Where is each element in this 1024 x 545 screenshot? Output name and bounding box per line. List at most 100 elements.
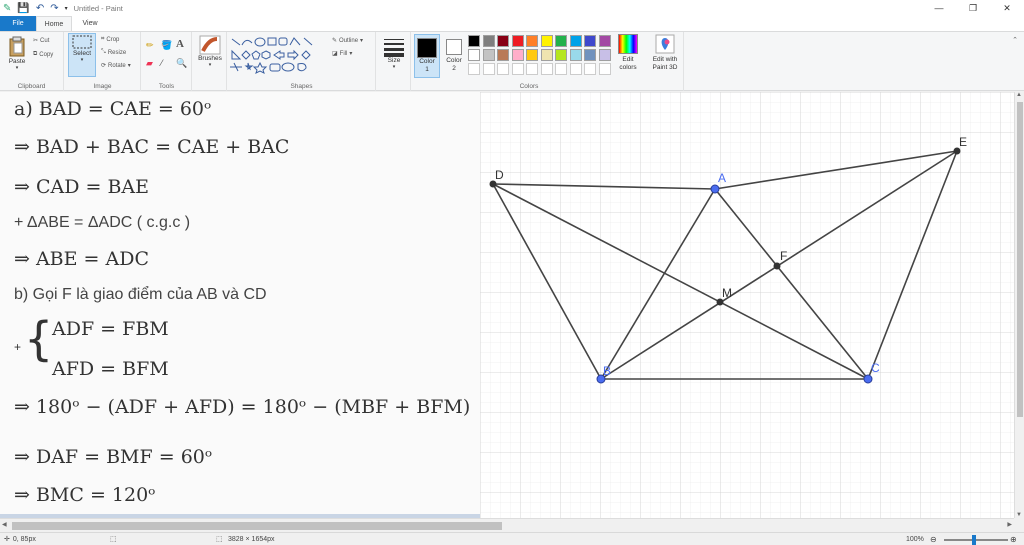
color-swatch[interactable] [468,49,480,61]
color2-button[interactable]: Color 2 [442,34,466,78]
pencil-icon[interactable]: ✏ [146,40,154,51]
zoom-slider-thumb[interactable] [972,535,976,545]
color1-button[interactable]: Color 1 [414,34,440,78]
custom-color-slot[interactable] [598,63,611,75]
color-swatch[interactable] [482,49,495,61]
horizontal-scroll-thumb[interactable] [12,522,502,530]
brush-icon [199,35,221,55]
select-button[interactable]: Select ▾ [68,33,96,77]
brushes-label: Brushes [198,55,222,62]
undo-icon[interactable]: ↶ [36,3,44,14]
color-swatch[interactable] [468,35,480,47]
edit-paint3d-button[interactable]: Edit with Paint 3D [648,34,682,72]
color-swatch[interactable] [511,49,524,61]
shapes-gallery[interactable] [230,35,328,75]
color-swatch[interactable] [555,35,567,47]
fill-dropdown[interactable]: ◪ Fill ▾ [332,50,352,58]
maximize-button[interactable]: ❐ [956,0,990,16]
custom-color-slot[interactable] [511,63,524,75]
color-palette [468,35,618,81]
tab-file[interactable]: File [0,16,36,31]
ribbon-collapse-icon[interactable]: ⌃ [1012,36,1018,44]
brushes-button[interactable]: Brushes ▾ [196,35,224,68]
custom-color-slot[interactable] [497,63,509,75]
outline-label: Outline [339,37,359,44]
outline-dropdown[interactable]: ✎ Outline ▾ [332,37,363,45]
cursor-position: 0, 85px [12,535,36,543]
color-swatch[interactable] [511,35,524,47]
clipboard-group: Paste ▾ ✂ Cut ⧉ Copy Clipboard [0,32,64,91]
edit-colors-button[interactable]: Edit colors [614,34,642,72]
custom-color-slot[interactable] [526,63,538,75]
scroll-up-arrow[interactable]: ▲ [1016,92,1022,98]
color-swatch[interactable] [555,49,567,61]
resize-icon: ⤡ [101,49,106,55]
magnifier-icon[interactable]: 🔍 [176,58,187,69]
paste-button[interactable]: Paste ▾ [4,36,30,71]
cut-button[interactable]: ✂ Cut [33,37,49,45]
scissors-icon: ✂ [33,38,39,44]
paint3d-group: Edit with Paint 3D [646,32,684,91]
redo-icon[interactable]: ↷ [50,3,58,14]
color-swatch[interactable] [569,49,582,61]
copy-button[interactable]: ⧉ Copy [33,51,53,58]
canvas-dimensions: 3828 × 1654px [228,535,275,543]
fill-bucket-icon[interactable]: 🪣 [161,40,172,51]
scroll-left-arrow[interactable]: ◀ [2,521,7,528]
canvas-area[interactable]: a) BAD = CAE = 60ᵒ ⇒ BAD + BAC = CAE + B… [0,92,1014,518]
ribbon: Paste ▾ ✂ Cut ⧉ Copy Clipboard Select ▾ ⌗ C… [0,31,1024,91]
tab-view[interactable]: View [72,16,108,31]
scroll-right-arrow[interactable]: ▶ [1007,521,1012,528]
custom-color-slot[interactable] [540,63,553,75]
crop-button[interactable]: ⌗ Crop [101,36,119,43]
color-swatch[interactable] [598,49,611,61]
color-swatch[interactable] [598,35,611,47]
zoom-slider[interactable] [944,535,1008,545]
color-picker-icon[interactable]: ⁄ [161,58,163,68]
zoom-out-button[interactable]: ⊖ [930,535,937,544]
crop-label: Crop [106,36,120,43]
zoom-in-button[interactable]: ⊕ [1010,535,1017,544]
custom-color-slot[interactable] [569,63,582,75]
color-swatch[interactable] [497,35,509,47]
color-swatch[interactable] [540,49,553,61]
tools-group: ✏ 🪣 A ▰ ⁄ 🔍 Tools [142,32,192,91]
color-swatch[interactable] [526,49,538,61]
color-swatch[interactable] [584,49,596,61]
resize-button[interactable]: ⤡ Resize [101,49,126,56]
scroll-down-arrow[interactable]: ▼ [1016,512,1022,518]
close-button[interactable]: ✕ [990,0,1024,16]
color-swatch[interactable] [584,35,596,47]
size-button[interactable]: Size ▾ [381,37,407,70]
math-image: a) BAD = CAE = 60ᵒ ⇒ BAD + BAC = CAE + B… [0,92,480,514]
copy-label: Copy [39,51,54,58]
brushes-group: Brushes ▾ [193,32,227,91]
color-swatch[interactable] [540,35,553,47]
select-label: Select [72,50,92,57]
color-swatch[interactable] [569,35,582,47]
color-swatch[interactable] [526,35,538,47]
custom-color-slot[interactable] [555,63,567,75]
vertical-scrollbar[interactable]: ▲ ▼ [1014,92,1024,518]
custom-color-slot[interactable] [482,63,495,75]
colors-group: Color 1 Color 2 Edit colors Colors [412,32,646,91]
vertical-scroll-thumb[interactable] [1017,102,1023,417]
color-swatch[interactable] [482,35,495,47]
point-f [773,262,781,270]
tab-home[interactable]: Home [36,16,72,31]
text-icon[interactable]: A [176,38,184,50]
paste-icon [9,36,25,57]
minimize-button[interactable]: — [922,0,956,16]
eraser-icon[interactable]: ▰ [146,58,153,69]
status-bar: ✛ 0, 85px ⬚ ⬚ 3828 × 1654px 100% ⊖ ⊕ [0,532,1024,545]
horizontal-scrollbar[interactable]: ◀ ▶ [0,518,1014,532]
quick-access-dropdown-icon[interactable]: ▾ [65,5,68,12]
size-label: Size [387,57,401,64]
save-icon[interactable]: 💾 [17,3,29,14]
custom-color-slot[interactable] [468,63,480,75]
custom-color-slot[interactable] [584,63,596,75]
color-swatch[interactable] [497,49,509,61]
crop-icon: ⌗ [101,36,105,42]
rotate-button[interactable]: ⟳ Rotate ▾ [101,62,131,70]
label-e: E [959,135,967,149]
